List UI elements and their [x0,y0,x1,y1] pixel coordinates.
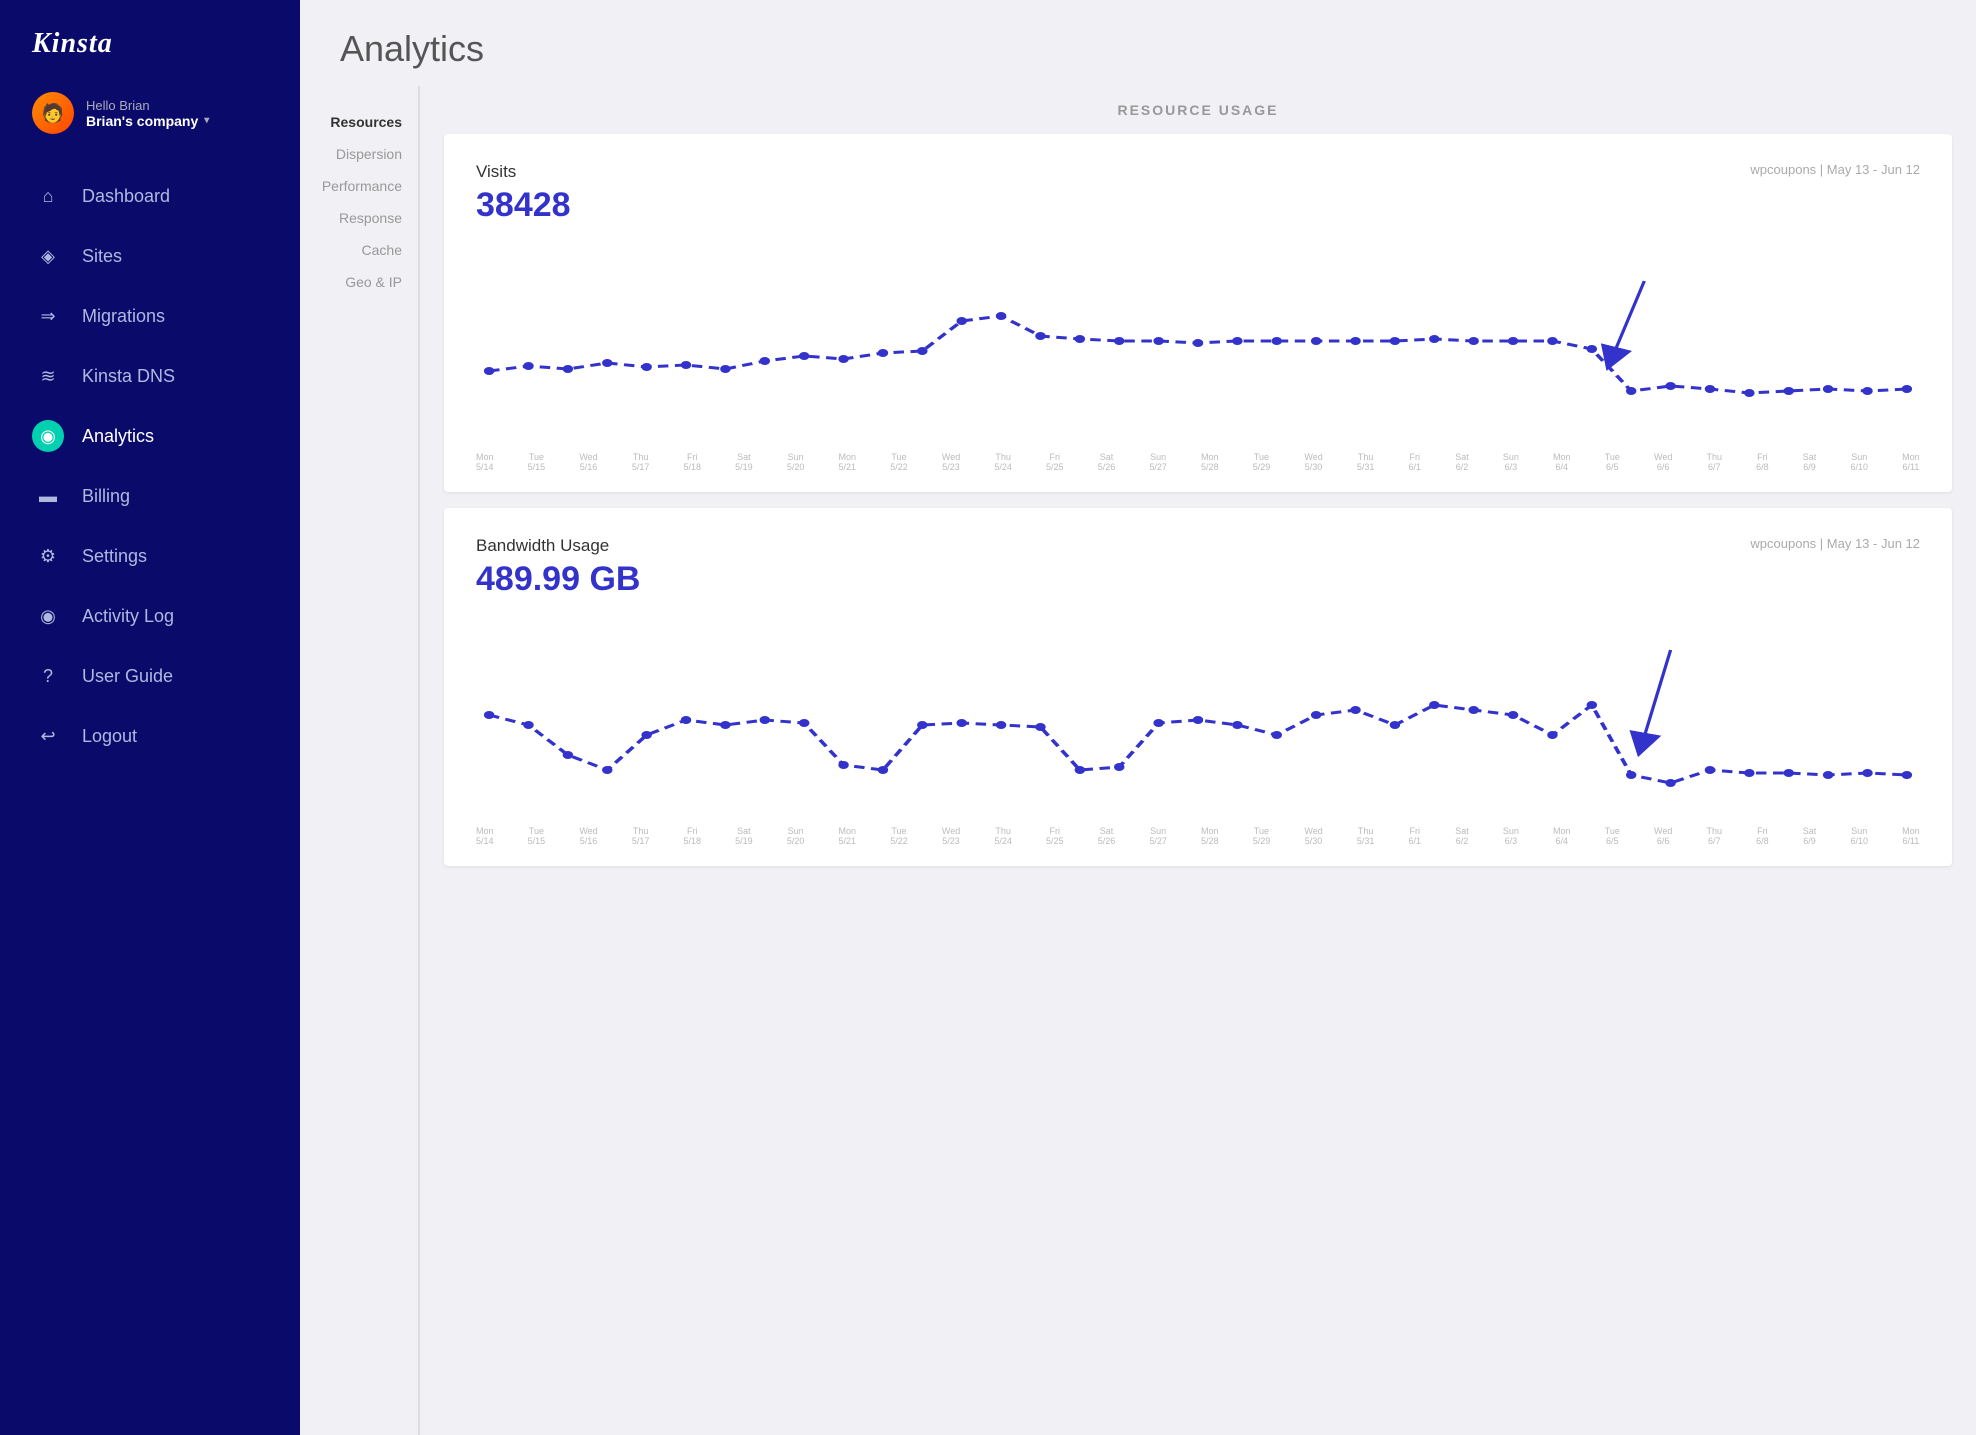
bandwidth-label: Bandwidth Usage [476,536,609,556]
sub-nav-item-geo-ip[interactable]: Geo & IP [322,266,418,298]
user-profile[interactable]: 🧑 Hello Brian Brian's company ▾ [0,80,300,158]
sidebar-item-label-settings: Settings [82,546,147,567]
sites-icon: ◈ [32,240,64,272]
sidebar-item-label-sites: Sites [82,246,122,267]
logout-icon: ↩ [32,720,64,752]
billing-icon: ▬ [32,480,64,512]
resource-usage-header: RESOURCE USAGE [420,86,1976,126]
main-content: Analytics ResourcesDispersionPerformance… [300,0,1976,1435]
sidebar-item-logout[interactable]: ↩ Logout [0,706,300,766]
sidebar-item-user-guide[interactable]: ? User Guide [0,646,300,706]
bandwidth-value: 489.99 GB [476,560,1920,599]
bandwidth-dates: Mon5/14 Tue5/15 Wed5/16 Thu5/17 Fri5/18 … [476,826,1920,846]
sidebar-item-dashboard[interactable]: ⌂ Dashboard [0,166,300,226]
sidebar-item-label-dashboard: Dashboard [82,186,170,207]
sidebar-item-label-kinsta-dns: Kinsta DNS [82,366,175,387]
sidebar-item-label-analytics: Analytics [82,426,154,447]
activity-log-icon: ◉ [32,600,64,632]
sub-nav-item-resources[interactable]: Resources [322,106,418,138]
sub-nav: ResourcesDispersionPerformanceResponseCa… [300,86,420,1435]
bandwidth-svg [476,615,1920,815]
bandwidth-site-date: wpcoupons | May 13 - Jun 12 [1750,536,1920,551]
content-area: ResourcesDispersionPerformanceResponseCa… [300,86,1976,1435]
migrations-icon: ⇒ [32,300,64,332]
avatar: 🧑 [32,92,74,134]
visits-site-date: wpcoupons | May 13 - Jun 12 [1750,162,1920,177]
charts-area: RESOURCE USAGE Visits wpcoupons | May 13… [420,86,1976,1435]
sidebar-item-settings[interactable]: ⚙ Settings [0,526,300,586]
sidebar-item-label-user-guide: User Guide [82,666,173,687]
sidebar: Kinsta 🧑 Hello Brian Brian's company ▾ ⌂… [0,0,300,1435]
bandwidth-chart-card: Bandwidth Usage wpcoupons | May 13 - Jun… [444,508,1952,866]
user-company: Brian's company ▾ [86,113,268,129]
user-greeting: Hello Brian [86,98,268,113]
page-title: Analytics [340,28,1936,70]
chevron-down-icon: ▾ [204,115,209,126]
bandwidth-chart [476,615,1920,820]
visits-label: Visits [476,162,516,182]
sub-nav-item-response[interactable]: Response [322,202,418,234]
visits-svg [476,241,1920,441]
kinsta-dns-icon: ≋ [32,360,64,392]
main-nav: ⌂ Dashboard ◈ Sites ⇒ Migrations ≋ Kinsta DNS ◉ A… [0,158,300,1435]
visits-value: 38428 [476,186,1920,225]
sidebar-item-sites[interactable]: ◈ Sites [0,226,300,286]
page-header: Analytics [300,0,1976,86]
visits-chart-meta: Visits wpcoupons | May 13 - Jun 12 [476,162,1920,182]
settings-icon: ⚙ [32,540,64,572]
logo: Kinsta [32,28,113,59]
sidebar-item-migrations[interactable]: ⇒ Migrations [0,286,300,346]
sidebar-item-label-activity-log: Activity Log [82,606,174,627]
sub-nav-item-performance[interactable]: Performance [322,170,418,202]
sub-nav-item-cache[interactable]: Cache [322,234,418,266]
sidebar-item-billing[interactable]: ▬ Billing [0,466,300,526]
analytics-icon: ◉ [32,420,64,452]
visits-dates: Mon5/14 Tue5/15 Wed5/16 Thu5/17 Fri5/18 … [476,452,1920,472]
sidebar-item-label-billing: Billing [82,486,130,507]
sub-nav-item-dispersion[interactable]: Dispersion [322,138,418,170]
bandwidth-chart-meta: Bandwidth Usage wpcoupons | May 13 - Jun… [476,536,1920,556]
user-info: Hello Brian Brian's company ▾ [86,98,268,129]
sidebar-item-analytics[interactable]: ◉ Analytics [0,406,300,466]
sidebar-item-label-migrations: Migrations [82,306,165,327]
visits-chart-card: Visits wpcoupons | May 13 - Jun 12 38428 [444,134,1952,492]
logo-area: Kinsta [0,0,300,80]
sidebar-item-kinsta-dns[interactable]: ≋ Kinsta DNS [0,346,300,406]
dashboard-icon: ⌂ [32,180,64,212]
user-guide-icon: ? [32,660,64,692]
visits-chart [476,241,1920,446]
sidebar-item-activity-log[interactable]: ◉ Activity Log [0,586,300,646]
sidebar-item-label-logout: Logout [82,726,137,747]
